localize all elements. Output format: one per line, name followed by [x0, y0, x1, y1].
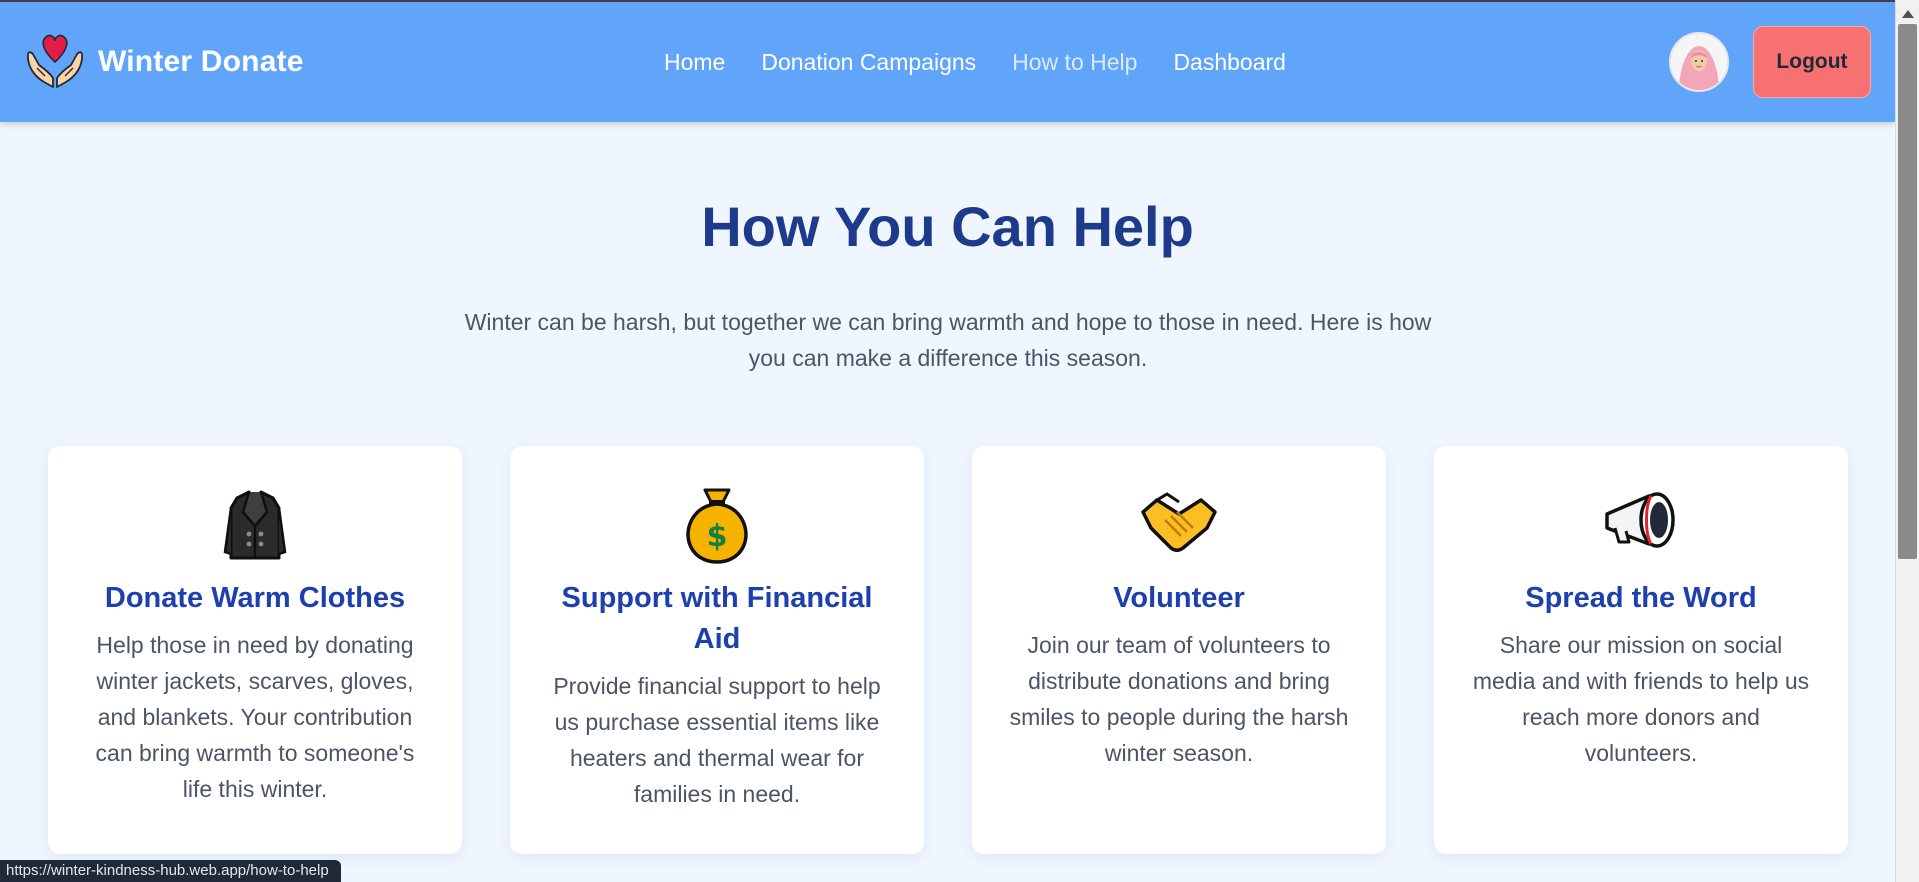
help-card-volunteer: Volunteer Join our team of volunteers to…	[972, 446, 1386, 854]
logout-button[interactable]: Logout	[1753, 26, 1871, 98]
card-description: Help those in need by donating winter ja…	[95, 632, 415, 802]
nav-right: Logout	[1669, 2, 1871, 122]
page-description: Winter can be harsh, but together we can…	[464, 309, 1432, 371]
card-title: Volunteer	[1113, 582, 1245, 614]
navbar: Winter Donate Home Donation Campaigns Ho…	[0, 0, 1895, 122]
help-cards: Donate Warm Clothes Help those in need b…	[48, 446, 1848, 854]
card-description: Provide financial support to help us pur…	[553, 673, 881, 807]
nav-link-donation-campaigns[interactable]: Donation Campaigns	[761, 49, 976, 76]
card-title: Donate Warm Clothes	[104, 582, 406, 614]
brand-name: Winter Donate	[98, 45, 304, 78]
nav-link-home[interactable]: Home	[664, 49, 725, 76]
heart-hands-icon	[27, 34, 83, 88]
user-avatar-icon	[1671, 34, 1727, 90]
coat-icon	[213, 482, 297, 566]
scroll-thumb[interactable]	[1898, 24, 1917, 559]
nav-link-how-to-help[interactable]: How to Help	[1012, 49, 1137, 76]
page-scrollbar[interactable]	[1895, 0, 1919, 882]
nav-link-dashboard[interactable]: Dashboard	[1173, 49, 1286, 76]
status-bar-url: https://winter-kindness-hub.web.app/how-…	[0, 860, 341, 882]
card-description: Share our mission on social media and wi…	[1472, 632, 1810, 766]
card-description: Join our team of volunteers to distribut…	[1009, 632, 1349, 766]
user-avatar[interactable]	[1669, 32, 1729, 92]
scroll-up-arrow-icon[interactable]	[1902, 10, 1914, 18]
handshake-icon	[1137, 482, 1221, 566]
card-title: Support with Financial Aid	[561, 582, 873, 655]
main-content: How You Can Help Winter can be harsh, bu…	[0, 122, 1895, 882]
card-title: Spread the Word	[1525, 582, 1757, 614]
browser-viewport: Winter Donate Home Donation Campaigns Ho…	[0, 0, 1919, 882]
page-title: How You Can Help	[701, 195, 1194, 258]
money-bag-icon: $	[675, 482, 759, 566]
help-card-spread-word: Spread the Word Share our mission on soc…	[1434, 446, 1848, 854]
help-card-donate-clothes: Donate Warm Clothes Help those in need b…	[48, 446, 462, 854]
brand-link[interactable]: Winter Donate	[24, 32, 304, 92]
svg-text:$: $	[707, 519, 728, 554]
megaphone-icon	[1599, 482, 1683, 566]
main-nav: Home Donation Campaigns How to Help Dash…	[664, 2, 1286, 122]
help-card-financial-aid: $ Support with Financial Aid Provide fin…	[510, 446, 924, 854]
